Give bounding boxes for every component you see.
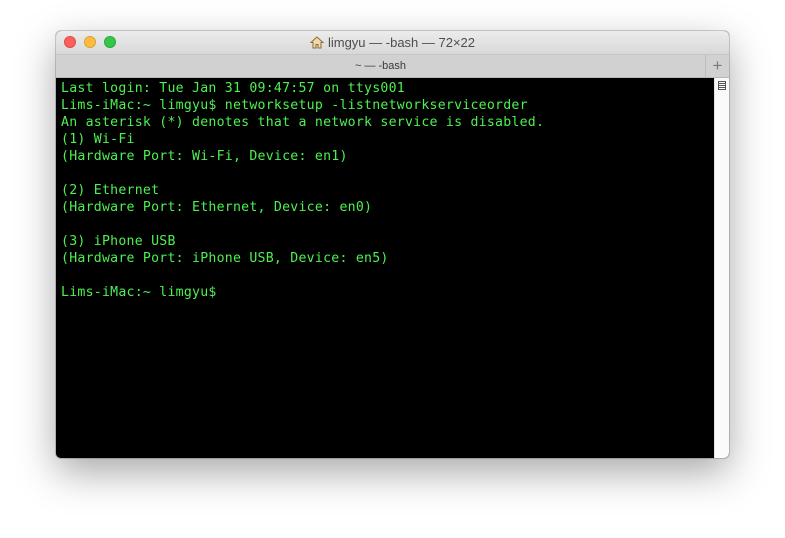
home-icon [309,36,324,49]
terminal-line: An asterisk (*) denotes that a network s… [61,115,545,130]
terminal-line: (Hardware Port: Ethernet, Device: en0) [61,200,373,215]
window-title-container: limgyu — -bash — 72×22 [56,35,729,50]
terminal-line: (1) Wi-Fi [61,132,135,147]
tab-bar: ~ — -bash + [56,55,729,78]
terminal-window: limgyu — -bash — 72×22 ~ — -bash + Last … [56,31,729,458]
terminal-line: (Hardware Port: iPhone USB, Device: en5) [61,251,389,266]
terminal-line: Lims-iMac:~ limgyu$ [61,285,217,300]
scroll-marker-icon[interactable] [718,81,726,90]
new-tab-button[interactable]: + [706,55,729,77]
terminal-line: Lims-iMac:~ limgyu$ networksetup -listne… [61,98,528,113]
window-title: limgyu — -bash — 72×22 [327,35,476,50]
scrollbar[interactable] [714,78,729,458]
terminal-output[interactable]: Last login: Tue Jan 31 09:47:57 on ttys0… [56,78,714,458]
title-bar[interactable]: limgyu — -bash — 72×22 [56,31,729,55]
tab-bash[interactable]: ~ — -bash [56,55,706,77]
terminal-line: Last login: Tue Jan 31 09:47:57 on ttys0… [61,81,405,96]
terminal-line: (3) iPhone USB [61,234,176,249]
terminal-line: (2) Ethernet [61,183,160,198]
terminal-line: (Hardware Port: Wi-Fi, Device: en1) [61,149,348,164]
